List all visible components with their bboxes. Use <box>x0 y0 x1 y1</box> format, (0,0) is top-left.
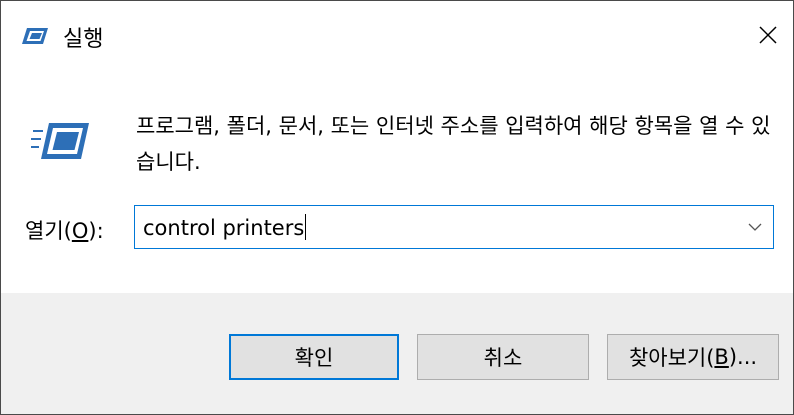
title-bar: 실행 <box>1 1 793 73</box>
run-dialog: 실행 프로그램, 폴더, 문서, 또는 인터넷 주소를 입력하여 해당 항목을 … <box>0 0 794 415</box>
ok-button[interactable]: 확인 <box>229 334 399 380</box>
window-title: 실행 <box>63 27 104 52</box>
cancel-button[interactable]: 취소 <box>417 334 589 380</box>
close-icon <box>759 26 777 44</box>
open-input[interactable]: control printers <box>143 214 307 240</box>
browse-button[interactable]: 찾아보기(B)... <box>607 334 779 380</box>
open-combobox[interactable]: control printers <box>134 205 774 249</box>
close-button[interactable] <box>745 15 791 55</box>
run-icon <box>31 123 89 159</box>
chevron-down-icon[interactable] <box>747 220 763 234</box>
dialog-description: 프로그램, 폴더, 문서, 또는 인터넷 주소를 입력하여 해당 항목을 열 수… <box>136 114 771 174</box>
open-label: 열기(O): <box>25 219 104 243</box>
run-icon <box>22 28 48 44</box>
